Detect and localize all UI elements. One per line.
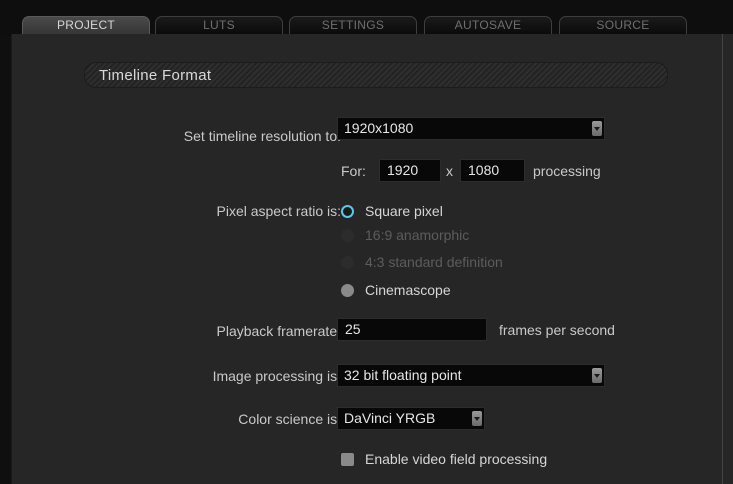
resolution-height-field[interactable]: 1080 — [460, 159, 525, 182]
section-header: Timeline Format — [84, 62, 668, 88]
tab-autosave[interactable]: AUTOSAVE — [424, 16, 552, 35]
pixel-aspect-label: Pixel aspect ratio is: — [216, 203, 342, 219]
radio-disabled-icon — [341, 229, 354, 242]
tab-source[interactable]: SOURCE — [559, 16, 687, 35]
panel-divider — [722, 34, 723, 484]
tab-project[interactable]: PROJECT — [22, 16, 150, 36]
resolution-value: 1920x1080 — [344, 120, 414, 136]
chevron-down-icon — [592, 121, 602, 136]
resolution-label: Set timeline resolution to: — [183, 128, 341, 144]
tab-bar: PROJECT LUTS SETTINGS AUTOSAVE SOURCE — [0, 0, 733, 36]
video-field-checkbox[interactable] — [341, 453, 354, 466]
radio-disabled-icon — [341, 256, 354, 269]
framerate-unit: frames per second — [499, 322, 615, 338]
radio-label-square-pixel: Square pixel — [365, 203, 443, 219]
project-panel: Timeline Format Set timeline resolution … — [11, 34, 733, 484]
tab-luts[interactable]: LUTS — [155, 16, 283, 35]
processing-label: processing — [533, 163, 601, 179]
video-field-label[interactable]: Enable video field processing — [365, 451, 547, 467]
radio-label-cinemascope: Cinemascope — [365, 282, 451, 298]
resolution-dropdown[interactable]: 1920x1080 — [337, 117, 605, 140]
section-title: Timeline Format — [99, 67, 212, 84]
radio-icon — [341, 284, 354, 297]
image-processing-value: 32 bit floating point — [344, 367, 462, 383]
framerate-label: Playback framerate: — [216, 323, 342, 339]
image-processing-dropdown[interactable]: 32 bit floating point — [337, 364, 605, 387]
framerate-field[interactable]: 25 — [337, 318, 487, 341]
for-label: For: — [341, 163, 366, 179]
resolution-width-field[interactable]: 1920 — [379, 159, 441, 182]
chevron-down-icon — [472, 411, 482, 426]
tab-settings[interactable]: SETTINGS — [289, 16, 417, 35]
color-science-value: DaVinci YRGB — [344, 410, 436, 426]
times-label: x — [446, 163, 453, 179]
project-settings-window: PROJECT LUTS SETTINGS AUTOSAVE SOURCE Ti… — [0, 0, 733, 484]
color-science-label: Color science is: — [238, 411, 341, 427]
radio-label-169-anamorphic: 16:9 anamorphic — [365, 227, 470, 243]
radio-selected-icon — [341, 205, 354, 218]
radio-label-43-standard: 4:3 standard definition — [365, 254, 503, 270]
color-science-dropdown[interactable]: DaVinci YRGB — [337, 407, 485, 430]
image-processing-label: Image processing is: — [212, 368, 341, 384]
chevron-down-icon — [592, 368, 602, 383]
